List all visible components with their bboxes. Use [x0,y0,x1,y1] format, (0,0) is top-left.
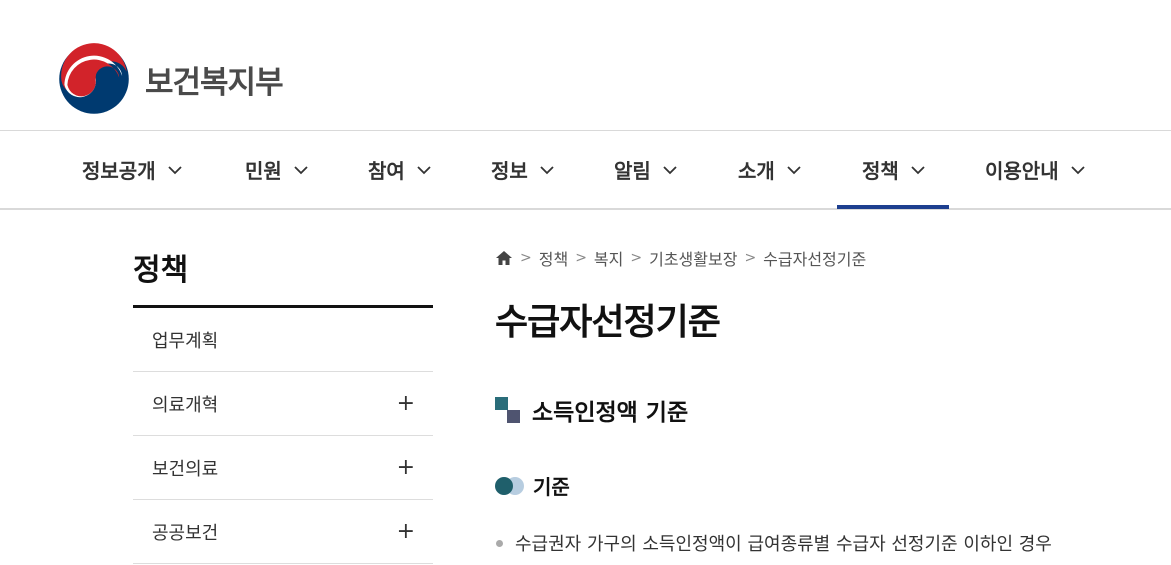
subsection-heading: 기준 [495,471,1135,500]
nav-label: 민원 [245,159,282,183]
breadcrumb-separator: > [744,250,757,266]
nav-item-info-disclosure[interactable]: 정보공개 [82,131,182,208]
main-navigation: 정보공개 민원 참여 정보 알림 소개 정책 이용안내 [0,131,1171,210]
chevron-down-icon [540,165,554,174]
side-menu-item-medical-reform[interactable]: 의료개혁 + [133,372,433,436]
expand-plus-icon[interactable]: + [397,391,415,416]
side-menu-item-label: 공공보건 [152,522,219,544]
nav-label: 정보 [491,159,528,183]
expand-plus-icon[interactable]: + [397,455,415,480]
side-menu-item-work-plan[interactable]: 업무계획 [133,308,433,372]
nav-label: 소개 [738,159,775,183]
list-item-text: 수급권자 가구의 소득인정액이 급여종류별 수급자 선정기준 이하인 경우 [515,534,1052,555]
nav-label: 이용안내 [985,159,1059,183]
breadcrumb-item[interactable]: 기초생활보장 [649,246,737,270]
side-menu-title: 정책 [133,253,189,288]
nav-label: 정보공개 [82,159,156,183]
chevron-down-icon [787,165,801,174]
nav-item-information[interactable]: 정보 [491,131,554,208]
subsection-circles-icon [495,476,525,495]
chevron-down-icon [417,165,431,174]
ministry-name: 보건복지부 [145,64,284,101]
section-heading-text: 소득인정액 기준 [532,400,689,426]
side-menu-item-label: 의료개혁 [152,394,219,416]
section-heading: 소득인정액 기준 [495,393,1135,427]
side-menu-item-label: 보건의료 [152,458,219,480]
breadcrumb-separator: > [630,250,643,266]
taegeuk-emblem-icon [59,43,129,114]
main-content: > 정책 > 복지 > 기초생활보장 > 수급자선정기준 수급자선정기준 소득인… [495,244,1135,556]
breadcrumb-separator: > [575,250,587,266]
subsection-heading-text: 기준 [533,475,570,499]
breadcrumb-separator: > [520,250,532,266]
nav-item-about[interactable]: 소개 [738,131,801,208]
home-icon[interactable] [495,249,513,267]
chevron-down-icon [911,165,925,174]
ministry-logo[interactable]: 보건복지부 [57,42,284,116]
nav-label: 정책 [862,159,899,183]
side-menu-item-health-care[interactable]: 보건의료 + [133,436,433,500]
section-square-icon [495,397,520,423]
bullet-dot-icon [496,539,503,547]
nav-label: 참여 [368,159,405,183]
chevron-down-icon [1070,165,1085,174]
breadcrumb-item[interactable]: 정책 [539,246,568,270]
breadcrumb-item-current: 수급자선정기준 [763,250,867,269]
nav-item-guide[interactable]: 이용안내 [985,131,1085,208]
page-title: 수급자선정기준 [495,302,721,343]
expand-plus-icon[interactable]: + [397,519,415,544]
nav-item-civil-service[interactable]: 민원 [245,131,308,208]
site-header: 보건복지부 [0,0,1171,131]
nav-item-participation[interactable]: 참여 [368,131,431,208]
nav-item-notice[interactable]: 알림 [614,131,677,208]
side-menu-list: 업무계획 의료개혁 + 보건의료 + 공공보건 + [133,305,433,564]
breadcrumb: > 정책 > 복지 > 기초생활보장 > 수급자선정기준 [495,244,1135,272]
nav-label: 알림 [614,159,651,183]
chevron-down-icon [167,165,182,174]
breadcrumb-item[interactable]: 복지 [594,246,623,270]
side-menu-item-label: 업무계획 [152,330,219,352]
side-menu: 정책 업무계획 의료개혁 + 보건의료 + 공공보건 + [133,245,433,564]
side-menu-item-public-health[interactable]: 공공보건 + [133,500,433,564]
list-item: 수급권자 가구의 소득인정액이 급여종류별 수급자 선정기준 이하인 경우 [495,530,1135,556]
nav-item-policy[interactable]: 정책 [837,131,949,209]
chevron-down-icon [663,165,677,174]
chevron-down-icon [294,165,308,174]
